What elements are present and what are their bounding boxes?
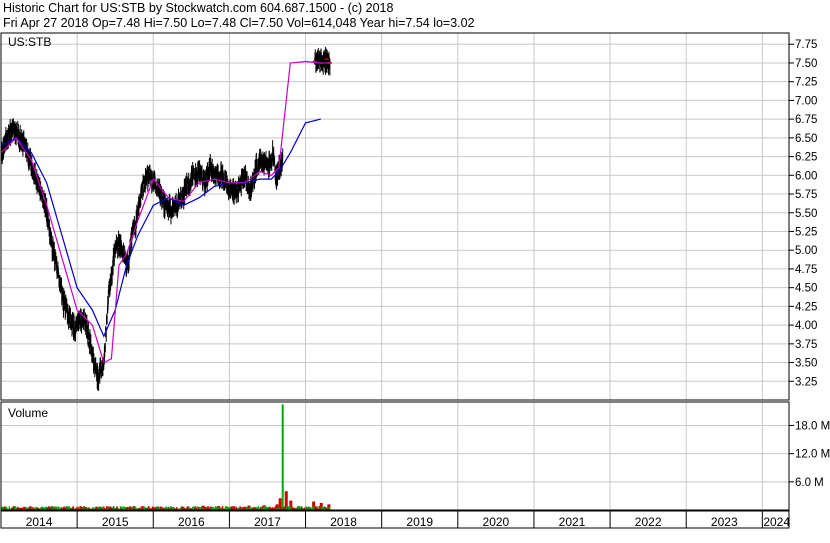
volume-label: Volume [8, 406, 48, 420]
price-tick-label: 7.25 [795, 77, 817, 89]
price-tick-label: 3.75 [795, 339, 817, 351]
price-tick-label: 5.00 [795, 245, 817, 257]
price-tick-label: 6.75 [795, 114, 817, 126]
year-label: 2014 [26, 515, 53, 529]
grid-lines [1, 33, 789, 510]
price-tick-label: 7.50 [795, 58, 817, 70]
price-panel [0, 46, 332, 391]
time-axis: 2014 2015 2016 2017 2018 2019 2020 2021 2022 2023… [26, 511, 790, 529]
volume-tick-label: 6.0 M [795, 477, 824, 489]
price-tick-label: 4.75 [795, 264, 817, 276]
price-tick-label: 4.25 [795, 301, 817, 313]
year-label: 2019 [406, 515, 433, 529]
year-label: 2018 [330, 515, 357, 529]
volume-frame [0, 401, 790, 511]
year-label: 2020 [483, 515, 510, 529]
price-tick-label: 7.75 [795, 39, 817, 51]
volume-tick-label: 12.0 M [795, 449, 830, 461]
price-tick-label: 3.50 [795, 358, 817, 370]
year-label: 2021 [559, 515, 586, 529]
price-tick-label: 6.25 [795, 152, 817, 164]
year-label: 2023 [711, 515, 738, 529]
price-tick-label: 7.00 [795, 95, 817, 107]
price-tick-label: 4.50 [795, 283, 817, 295]
stock-chart: 3.25 3.50 3.75 4.00 4.25 4.50 4.75 5.00 5.25 5.50… [0, 32, 830, 529]
volume-tick-label: 18.0 M [795, 420, 830, 432]
price-axis: 3.25 3.50 3.75 4.00 4.25 4.50 4.75 5.00 5.25 5.50… [789, 39, 817, 388]
price-frame [0, 32, 790, 401]
price-tick-label: 6.50 [795, 133, 817, 145]
volume-axis: 6.0 M 12.0 M 18.0 M [789, 420, 830, 489]
price-tick-label: 3.25 [795, 376, 817, 388]
year-label: 2022 [635, 515, 662, 529]
year-label: 2024 [763, 515, 790, 529]
year-label: 2016 [178, 515, 205, 529]
year-label: 2017 [254, 515, 281, 529]
price-tick-label: 5.25 [795, 226, 817, 238]
volume-panel [1, 404, 331, 510]
volume-bar [281, 404, 284, 510]
price-tick-label: 5.50 [795, 208, 817, 220]
price-tick-label: 6.00 [795, 170, 817, 182]
year-label: 2015 [102, 515, 129, 529]
price-tick-label: 5.75 [795, 189, 817, 201]
price-tick-label: 4.00 [795, 320, 817, 332]
symbol-label: US:STB [8, 35, 51, 49]
